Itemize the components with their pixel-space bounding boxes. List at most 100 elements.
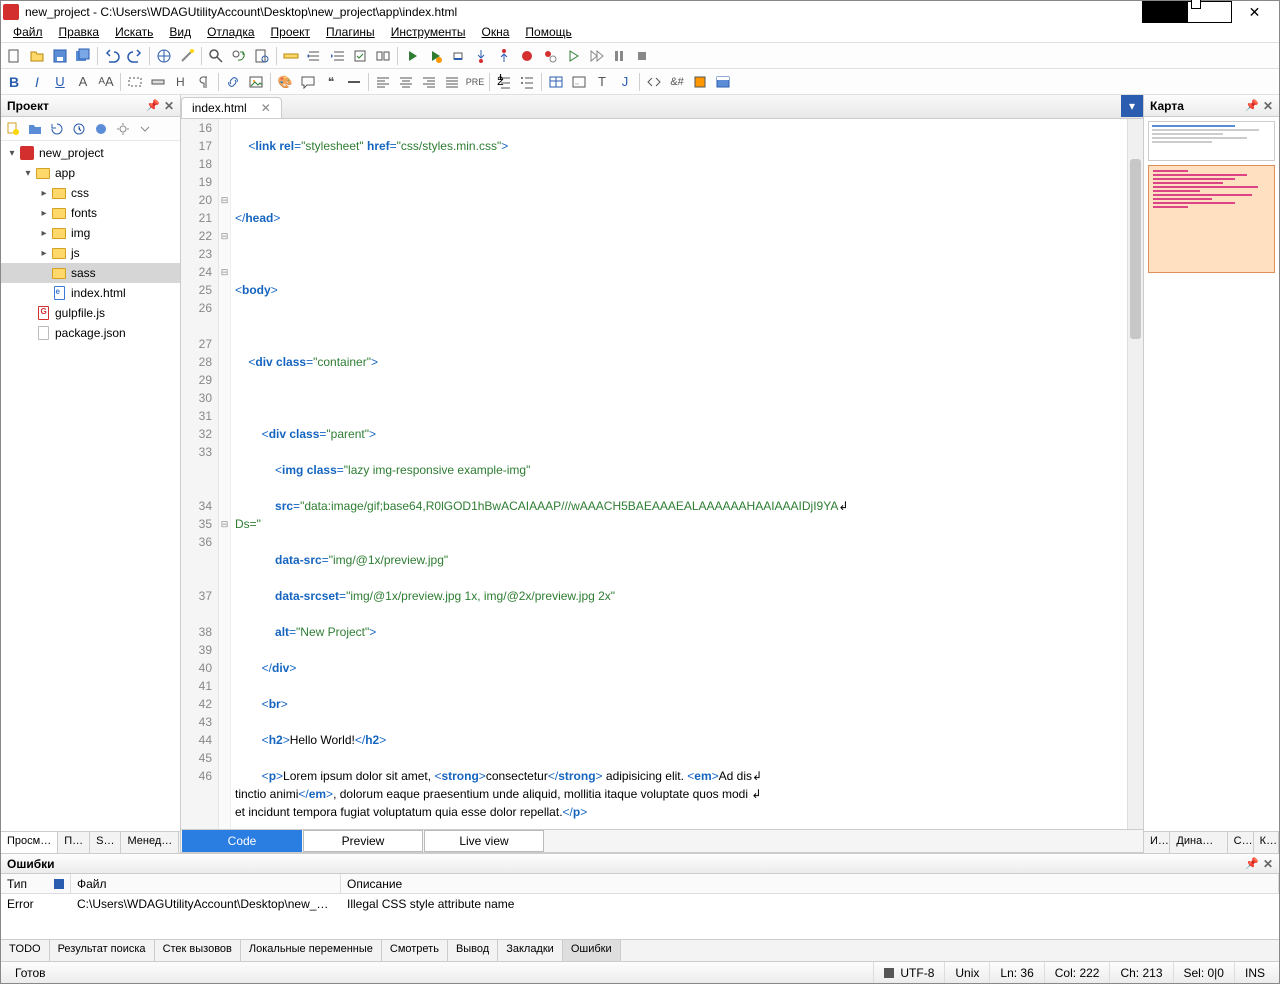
- menu-window[interactable]: Окна: [474, 23, 518, 42]
- minimize-button[interactable]: [1142, 1, 1187, 23]
- ftab-todo[interactable]: TODO: [1, 940, 50, 961]
- right-tab-2[interactable]: С…: [1228, 832, 1254, 853]
- align-right-button[interactable]: [418, 71, 440, 93]
- code-area[interactable]: <link rel="stylesheet" href="css/styles.…: [231, 119, 1127, 829]
- breakpoint-button[interactable]: [516, 45, 538, 67]
- errors-list[interactable]: Error C:\Users\WDAGUtilityAccount\Deskto…: [1, 894, 1279, 939]
- view-code-button[interactable]: Code: [182, 830, 302, 852]
- view-live-button[interactable]: Live view: [424, 830, 544, 852]
- quote-button[interactable]: ❝: [320, 71, 342, 93]
- ruler-button[interactable]: [280, 45, 302, 67]
- maximize-button[interactable]: [1187, 1, 1232, 23]
- replace-button[interactable]: [228, 45, 250, 67]
- stop-button[interactable]: [631, 45, 653, 67]
- align-justify-button[interactable]: [441, 71, 463, 93]
- menu-view[interactable]: Вид: [161, 23, 199, 42]
- color2-button[interactable]: [689, 71, 711, 93]
- left-tab-preview[interactable]: Просм…: [1, 832, 58, 853]
- search-in-files-button[interactable]: [251, 45, 273, 67]
- editor-tab-index[interactable]: index.html ✕: [181, 97, 282, 118]
- table-button[interactable]: [545, 71, 567, 93]
- pre-button[interactable]: PRE: [464, 71, 486, 93]
- bold-button[interactable]: B: [3, 71, 25, 93]
- browser-button[interactable]: [153, 45, 175, 67]
- outdent-button[interactable]: [326, 45, 348, 67]
- tree-folder-img[interactable]: ▸ img: [1, 223, 180, 243]
- tree-folder-fonts[interactable]: ▸ fonts: [1, 203, 180, 223]
- menu-help[interactable]: Помощь: [517, 23, 579, 42]
- tag-button[interactable]: [643, 71, 665, 93]
- form-button[interactable]: [568, 71, 590, 93]
- tree-root[interactable]: ▾ new_project: [1, 143, 180, 163]
- ftab-watch[interactable]: Смотреть: [382, 940, 448, 961]
- tree-folder-sass[interactable]: sass: [1, 263, 180, 283]
- layout-button[interactable]: [712, 71, 734, 93]
- heading-button[interactable]: H: [170, 71, 192, 93]
- tree-file-index[interactable]: index.html: [1, 283, 180, 303]
- redo-button[interactable]: [124, 45, 146, 67]
- save-button[interactable]: [49, 45, 71, 67]
- div-button[interactable]: [124, 71, 146, 93]
- menu-tools[interactable]: Инструменты: [383, 23, 474, 42]
- status-eol[interactable]: Unix: [944, 962, 989, 983]
- list-ol-button[interactable]: 12: [493, 71, 515, 93]
- step-out-button[interactable]: [493, 45, 515, 67]
- prj-world-icon[interactable]: [91, 119, 111, 139]
- indent-button[interactable]: [303, 45, 325, 67]
- tab-close-icon[interactable]: ✕: [261, 101, 271, 115]
- debug-button[interactable]: [424, 45, 446, 67]
- prj-settings-icon[interactable]: [113, 119, 133, 139]
- step-into-button[interactable]: [470, 45, 492, 67]
- prj-new-icon[interactable]: [3, 119, 23, 139]
- task-button[interactable]: [349, 45, 371, 67]
- right-tab-1[interactable]: Динамиче…: [1170, 832, 1227, 853]
- view-preview-button[interactable]: Preview: [303, 830, 423, 852]
- italic-button[interactable]: I: [26, 71, 48, 93]
- align-center-button[interactable]: [395, 71, 417, 93]
- sort-icon[interactable]: [54, 879, 64, 889]
- right-tab-0[interactable]: И…: [1144, 832, 1170, 853]
- tree-file-gulpfile[interactable]: gulpfile.js: [1, 303, 180, 323]
- list-ul-button[interactable]: [516, 71, 538, 93]
- image-button[interactable]: [245, 71, 267, 93]
- error-row[interactable]: Error C:\Users\WDAGUtilityAccount\Deskto…: [1, 894, 1279, 914]
- text2-button[interactable]: T: [591, 71, 613, 93]
- map-close-icon[interactable]: ✕: [1263, 99, 1273, 113]
- right-tab-3[interactable]: К…: [1254, 832, 1279, 853]
- align-left-button[interactable]: [372, 71, 394, 93]
- tree-folder-js[interactable]: ▸ js: [1, 243, 180, 263]
- hr-button[interactable]: [343, 71, 365, 93]
- tree-folder-app[interactable]: ▾ app: [1, 163, 180, 183]
- run-button[interactable]: [401, 45, 423, 67]
- errors-pin-icon[interactable]: 📌: [1245, 857, 1259, 870]
- col-type[interactable]: Тип: [1, 874, 71, 893]
- col-file[interactable]: Файл: [71, 874, 341, 893]
- pause-button[interactable]: [608, 45, 630, 67]
- continue-button[interactable]: [562, 45, 584, 67]
- underline-button[interactable]: U: [49, 71, 71, 93]
- left-tab-2[interactable]: S…: [90, 832, 121, 853]
- menu-plugins[interactable]: Плагины: [318, 23, 383, 42]
- span-button[interactable]: [147, 71, 169, 93]
- task2-button[interactable]: [372, 45, 394, 67]
- left-tab-3[interactable]: Менед…: [121, 832, 179, 853]
- entity-button[interactable]: &#: [666, 71, 688, 93]
- chat-button[interactable]: [297, 71, 319, 93]
- open-button[interactable]: [26, 45, 48, 67]
- menu-edit[interactable]: Правка: [51, 23, 108, 42]
- breakpoints-button[interactable]: [539, 45, 561, 67]
- font-size-button[interactable]: AA: [95, 71, 117, 93]
- close-button[interactable]: ✕: [1232, 1, 1277, 23]
- prj-open-icon[interactable]: [25, 119, 45, 139]
- status-encoding[interactable]: UTF-8: [873, 962, 944, 983]
- ftab-locals[interactable]: Локальные переменные: [241, 940, 382, 961]
- code-editor[interactable]: 1617181920212223242526272829303132333435…: [181, 119, 1143, 829]
- menu-project[interactable]: Проект: [263, 23, 319, 42]
- new-file-button[interactable]: [3, 45, 25, 67]
- minimap[interactable]: [1144, 117, 1279, 831]
- pin-icon[interactable]: 📌: [146, 99, 160, 112]
- fold-strip[interactable]: ⊟⊟⊟⊟: [219, 119, 231, 829]
- status-ins[interactable]: INS: [1234, 962, 1275, 983]
- close-panel-icon[interactable]: ✕: [164, 99, 174, 113]
- tree-file-package[interactable]: package.json: [1, 323, 180, 343]
